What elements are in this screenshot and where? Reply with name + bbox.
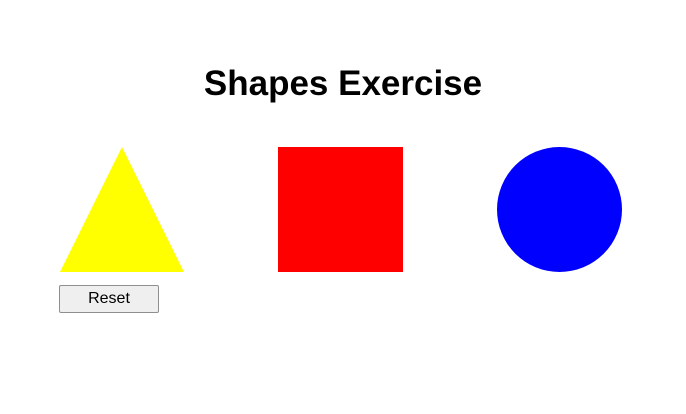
triangle-graphic (60, 147, 184, 272)
page: Shapes Exercise Reset (0, 0, 686, 414)
square-shape[interactable] (278, 147, 403, 272)
reset-button[interactable]: Reset (59, 285, 159, 313)
triangle-shape[interactable] (60, 147, 184, 272)
circle-shape[interactable] (497, 147, 622, 272)
page-title: Shapes Exercise (203, 64, 483, 103)
